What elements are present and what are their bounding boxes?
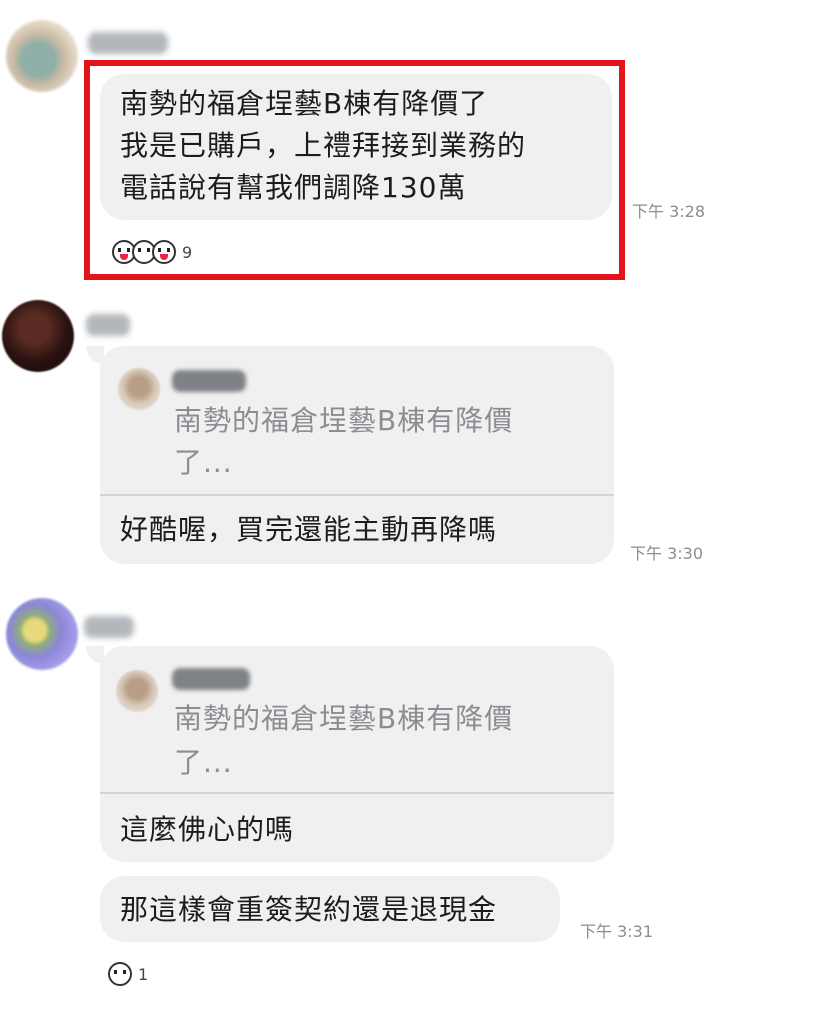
quoted-avatar <box>116 670 158 712</box>
message-text: 好酷喔，買完還能主動再降嗎 <box>120 513 498 546</box>
smile-face-icon <box>108 962 132 986</box>
reaction-summary[interactable]: 1 <box>108 962 148 986</box>
sender-name-blurred <box>86 314 130 336</box>
quoted-text-line: 南勢的福倉埕藝B棟有降價 <box>174 404 514 437</box>
sender-name-blurred <box>84 616 134 638</box>
message-timestamp: 下午 3:30 <box>630 544 704 563</box>
reaction-count: 1 <box>138 964 149 984</box>
quoted-text-line: 了... <box>174 446 233 479</box>
sender-avatar[interactable] <box>6 598 78 670</box>
quote-divider <box>100 494 614 496</box>
message-timestamp: 下午 3:28 <box>632 202 706 221</box>
sender-name-blurred <box>88 32 168 54</box>
sender-avatar[interactable] <box>2 300 74 372</box>
highlight-box <box>84 60 625 280</box>
quoted-name-blurred <box>172 668 250 690</box>
message-text: 那這樣會重簽契約還是退現金 <box>120 893 498 926</box>
quote-divider <box>100 792 614 794</box>
quoted-text-line: 南勢的福倉埕藝B棟有降價 <box>174 702 514 735</box>
message-timestamp: 下午 3:31 <box>580 922 654 941</box>
sender-avatar[interactable] <box>6 20 78 92</box>
quoted-name-blurred <box>172 370 246 392</box>
quoted-text-line: 了... <box>174 746 233 779</box>
message-text: 這麼佛心的嗎 <box>120 813 295 846</box>
quoted-avatar <box>118 368 160 410</box>
